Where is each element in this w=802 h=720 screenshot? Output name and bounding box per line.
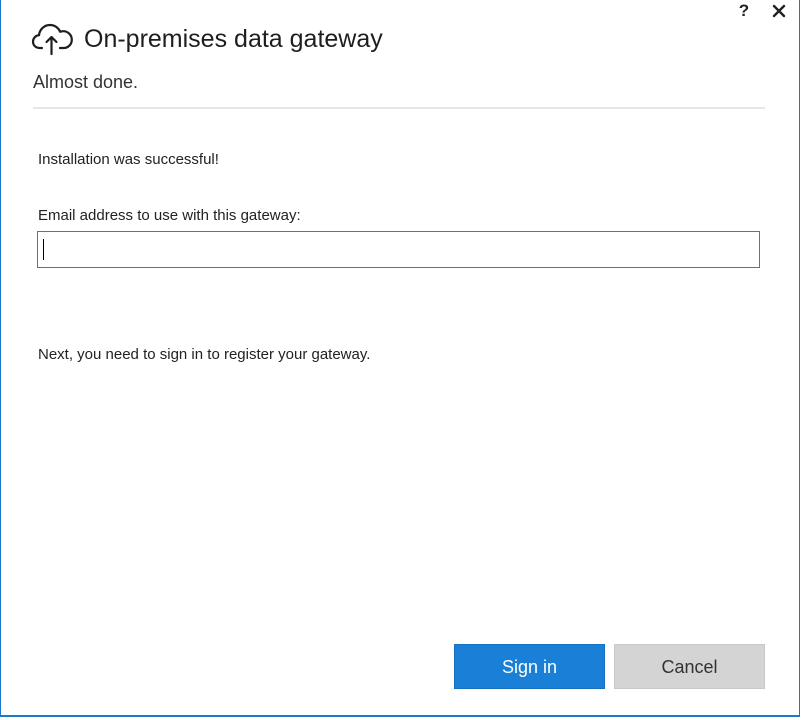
sign-in-button[interactable]: Sign in xyxy=(454,644,605,689)
header-divider xyxy=(33,107,765,109)
dialog-window: ? On-premises data gateway Almost done. … xyxy=(0,0,800,717)
text-caret xyxy=(43,239,44,260)
status-message: Installation was successful! xyxy=(38,151,219,168)
email-label: Email address to use with this gateway: xyxy=(38,207,301,224)
close-button[interactable] xyxy=(772,0,790,22)
next-step-message: Next, you need to sign in to register yo… xyxy=(38,346,371,363)
help-button[interactable]: ? xyxy=(735,0,753,22)
page-subtitle: Almost done. xyxy=(33,72,139,92)
email-input[interactable] xyxy=(37,231,760,268)
cancel-button[interactable]: Cancel xyxy=(614,644,765,689)
cloud-upload-icon xyxy=(31,20,75,56)
close-icon xyxy=(772,4,786,18)
app-title: On-premises data gateway xyxy=(84,25,383,53)
